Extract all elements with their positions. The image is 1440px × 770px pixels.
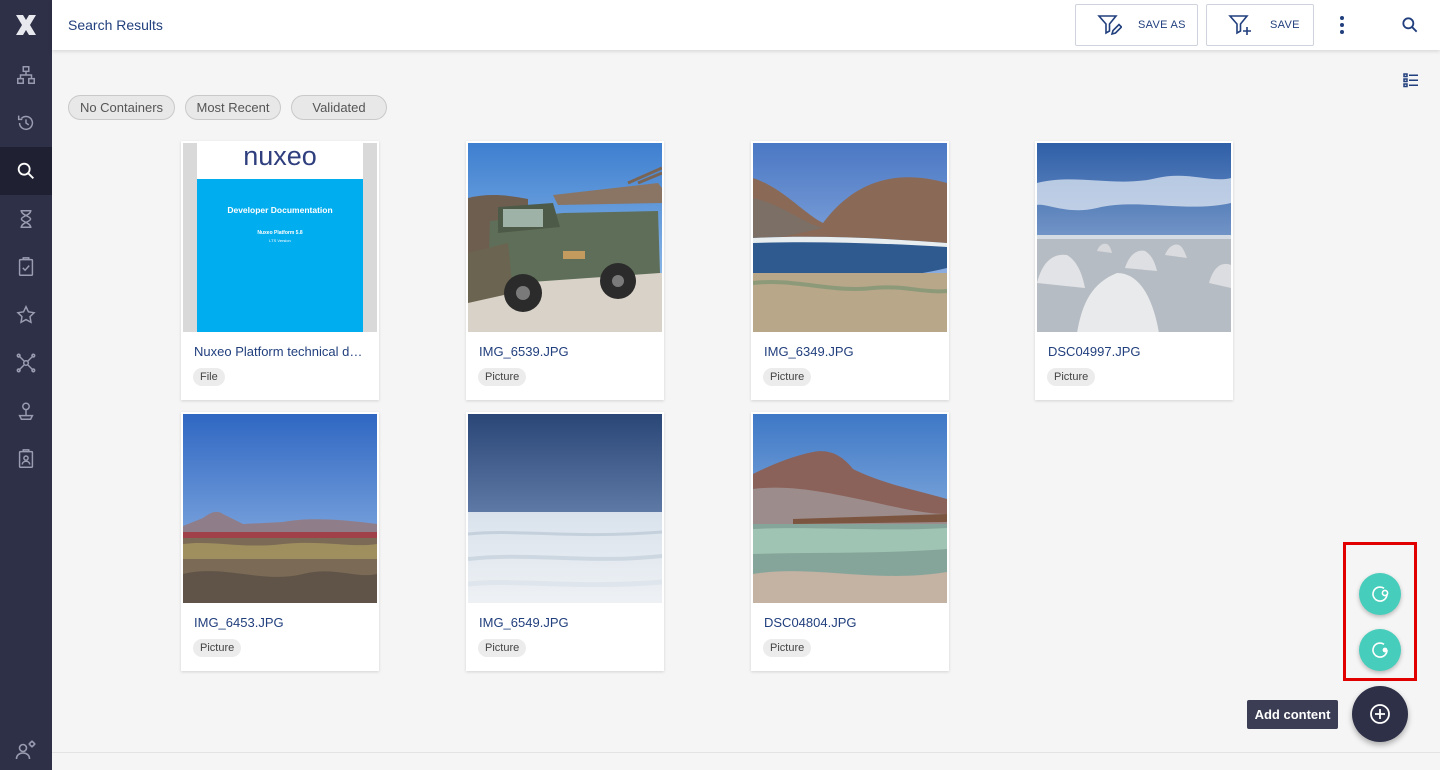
import-file-icon bbox=[1372, 642, 1388, 658]
card-title[interactable]: IMG_6453.JPG bbox=[194, 615, 369, 630]
type-badge: Picture bbox=[763, 368, 812, 386]
type-badge: File bbox=[193, 368, 225, 386]
card-title[interactable]: IMG_6549.JPG bbox=[479, 615, 654, 630]
photo-thumbnail-plain bbox=[183, 414, 377, 603]
photo-thumbnail-truck bbox=[468, 143, 662, 332]
sidebar-item-tasks[interactable] bbox=[0, 243, 52, 291]
sidebar-item-collections[interactable] bbox=[0, 339, 52, 387]
sidebar-item-browse[interactable] bbox=[0, 51, 52, 99]
card-title[interactable]: DSC04804.JPG bbox=[764, 615, 939, 630]
result-card[interactable]: IMG_6549.JPG Picture bbox=[466, 412, 664, 671]
import-link-icon bbox=[1372, 586, 1389, 602]
photo-thumbnail-salt-piles bbox=[1037, 143, 1231, 332]
user-settings-icon bbox=[15, 740, 36, 760]
more-options-icon[interactable] bbox=[1330, 13, 1354, 37]
result-card[interactable]: IMG_6539.JPG Picture bbox=[466, 141, 664, 400]
list-view-icon[interactable] bbox=[1401, 70, 1421, 90]
chip-most-recent[interactable]: Most Recent bbox=[185, 95, 281, 120]
filter-add-icon bbox=[1228, 15, 1251, 35]
search-icon[interactable] bbox=[1398, 13, 1422, 37]
collections-icon bbox=[16, 353, 36, 373]
photo-thumbnail-salt-flat bbox=[468, 414, 662, 603]
add-content-button[interactable] bbox=[1352, 686, 1408, 742]
sidebar-item-history[interactable] bbox=[0, 99, 52, 147]
result-card[interactable]: DSC04997.JPG Picture bbox=[1035, 141, 1233, 400]
import-link-fab[interactable] bbox=[1359, 573, 1401, 615]
card-title[interactable]: IMG_6349.JPG bbox=[764, 344, 939, 359]
photo-thumbnail-lagoon bbox=[753, 143, 947, 332]
badge-icon bbox=[18, 449, 34, 468]
card-title[interactable]: DSC04997.JPG bbox=[1048, 344, 1223, 359]
nuxeo-logo-icon[interactable] bbox=[0, 0, 52, 50]
save-as-button[interactable]: SAVE AS bbox=[1075, 4, 1198, 46]
sidebar-item-expired[interactable] bbox=[0, 195, 52, 243]
footer-divider bbox=[52, 752, 1440, 753]
result-card[interactable]: DSC04804.JPG Picture bbox=[751, 412, 949, 671]
type-badge: Picture bbox=[763, 639, 812, 657]
document-cover-title: Developer Documentation bbox=[227, 205, 332, 215]
card-title[interactable]: Nuxeo Platform technical documentation bbox=[194, 344, 369, 359]
type-badge: Picture bbox=[193, 639, 242, 657]
save-as-label: SAVE AS bbox=[1138, 19, 1186, 31]
clipboard-check-icon bbox=[18, 257, 34, 276]
plus-circle-icon bbox=[1370, 704, 1390, 724]
save-button[interactable]: SAVE bbox=[1206, 4, 1314, 46]
sitemap-icon bbox=[17, 66, 35, 84]
add-content-tooltip: Add content bbox=[1247, 700, 1338, 729]
personal-space-icon bbox=[18, 402, 34, 420]
type-badge: Picture bbox=[478, 368, 527, 386]
chip-validated[interactable]: Validated bbox=[291, 95, 387, 120]
result-card[interactable]: nuxeo Developer Documentation Nuxeo Plat… bbox=[181, 141, 379, 400]
page-title: Search Results bbox=[68, 17, 163, 33]
sidebar bbox=[0, 0, 52, 770]
filter-edit-icon bbox=[1097, 15, 1122, 36]
chip-no-containers[interactable]: No Containers bbox=[68, 95, 175, 120]
type-badge: Picture bbox=[478, 639, 527, 657]
document-thumbnail: nuxeo Developer Documentation Nuxeo Plat… bbox=[183, 143, 377, 332]
sidebar-item-favorites[interactable] bbox=[0, 291, 52, 339]
sidebar-item-personal-workspace[interactable] bbox=[0, 387, 52, 435]
result-card[interactable]: IMG_6349.JPG Picture bbox=[751, 141, 949, 400]
card-title[interactable]: IMG_6539.JPG bbox=[479, 344, 654, 359]
document-cover-subtitle: Nuxeo Platform 5.8 bbox=[257, 230, 303, 236]
search-icon bbox=[17, 162, 34, 179]
sidebar-item-search[interactable] bbox=[0, 147, 52, 195]
result-card[interactable]: IMG_6453.JPG Picture bbox=[181, 412, 379, 671]
type-badge: Picture bbox=[1047, 368, 1096, 386]
star-icon bbox=[16, 305, 36, 324]
import-file-fab[interactable] bbox=[1359, 629, 1401, 671]
sidebar-item-administration[interactable] bbox=[0, 435, 52, 483]
document-brand: nuxeo bbox=[243, 143, 317, 171]
top-header: Search Results SAVE AS SAVE bbox=[52, 0, 1440, 50]
photo-thumbnail-volcano bbox=[753, 414, 947, 603]
hourglass-icon bbox=[20, 210, 32, 228]
document-cover-version: LTS Version bbox=[269, 238, 291, 243]
history-icon bbox=[17, 115, 34, 131]
save-label: SAVE bbox=[1270, 19, 1300, 31]
sidebar-item-user-settings[interactable] bbox=[0, 730, 52, 770]
